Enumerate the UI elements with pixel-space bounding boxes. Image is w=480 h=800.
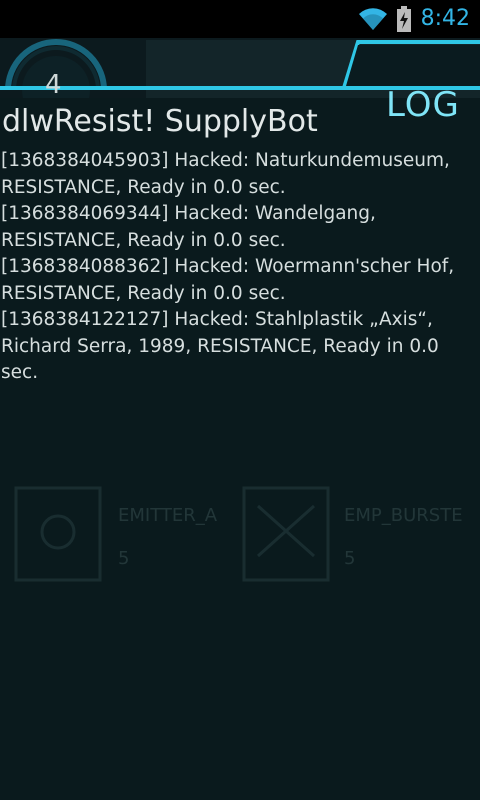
- item-panel-emitter: [14, 486, 102, 582]
- status-bar: 8:42: [0, 0, 480, 38]
- item-panel-burster: [242, 486, 330, 582]
- item-label-burster: EMP_BURSTE: [344, 505, 463, 526]
- item-count-emitter: 5: [118, 548, 130, 569]
- log-entry: [1368384122127] Hacked: Stahlplastik „Ax…: [1, 309, 439, 383]
- log-title: dlwResist! SupplyBot: [2, 104, 318, 139]
- agent-level: 4: [45, 70, 62, 100]
- status-time: 8:42: [420, 6, 470, 31]
- item-count-burster: 5: [344, 548, 356, 569]
- header: 4 LOG: [0, 38, 480, 125]
- log-entry: [1368384088362] Hacked: Woermann'scher H…: [1, 256, 455, 304]
- log-panel[interactable]: dlwResist! SupplyBot [1368384045903] Hac…: [0, 98, 472, 387]
- wifi-icon: [359, 8, 387, 30]
- log-list: [1368384045903] Hacked: Naturkundemuseum…: [0, 148, 472, 387]
- item-label-emitter: EMITTER_A: [118, 505, 218, 526]
- log-entry: [1368384045903] Hacked: Naturkundemuseum…: [1, 150, 450, 198]
- log-entry: [1368384069344] Hacked: Wandelgang, RESI…: [1, 203, 376, 251]
- battery-charging-icon: [397, 6, 411, 32]
